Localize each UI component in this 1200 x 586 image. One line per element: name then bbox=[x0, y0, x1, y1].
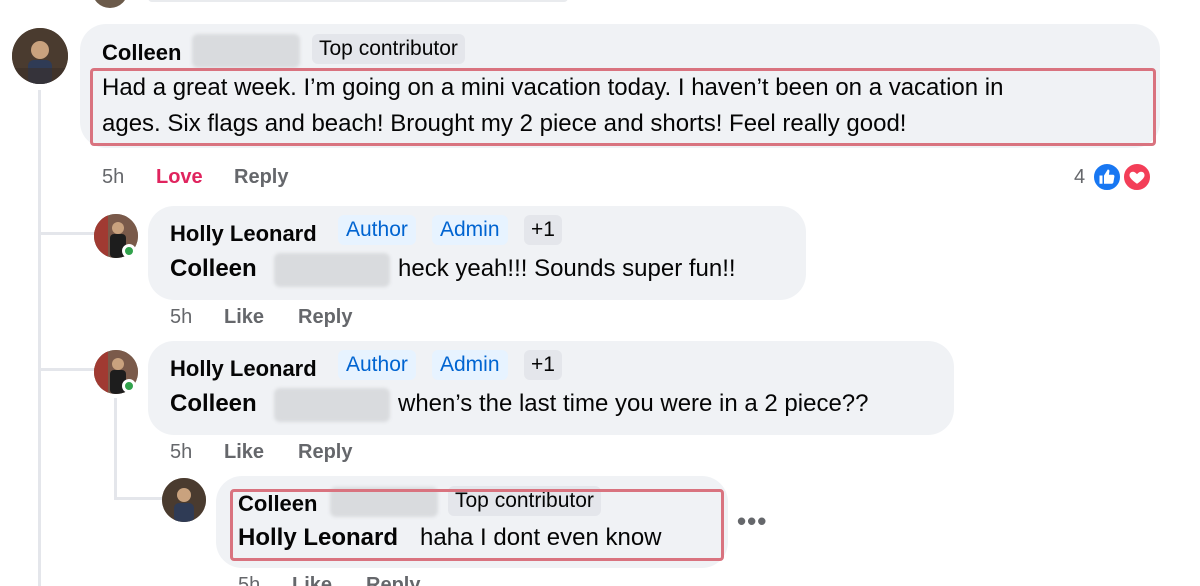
author-badge[interactable]: Author bbox=[338, 350, 416, 380]
comment-timestamp[interactable]: 5h bbox=[102, 166, 124, 189]
reply-button[interactable]: Reply bbox=[234, 166, 288, 189]
like-button[interactable]: Like bbox=[224, 306, 264, 329]
comment-author[interactable]: Holly Leonard bbox=[170, 221, 317, 247]
thread-line bbox=[114, 398, 117, 498]
redacted-surname bbox=[274, 253, 390, 287]
comment-text: when’s the last time you were in a 2 pie… bbox=[398, 390, 869, 417]
truncated-comment-fragment bbox=[148, 0, 568, 2]
admin-badge[interactable]: Admin bbox=[432, 215, 508, 245]
more-options-icon[interactable]: ••• bbox=[737, 506, 767, 537]
top-contributor-badge[interactable]: Top contributor bbox=[312, 34, 465, 64]
admin-badge[interactable]: Admin bbox=[432, 350, 508, 380]
more-badges[interactable]: +1 bbox=[524, 215, 562, 245]
mention-link[interactable]: Colleen bbox=[170, 386, 257, 422]
reaction-count[interactable]: 4 bbox=[1074, 166, 1085, 189]
highlight-box bbox=[90, 68, 1156, 146]
like-icon[interactable] bbox=[1092, 162, 1122, 192]
reply-button[interactable]: Reply bbox=[298, 441, 352, 464]
thread-branch bbox=[114, 497, 164, 500]
like-button[interactable]: Like bbox=[292, 574, 332, 586]
comment-timestamp[interactable]: 5h bbox=[238, 574, 260, 586]
more-badges[interactable]: +1 bbox=[524, 350, 562, 380]
like-button[interactable]: Like bbox=[224, 441, 264, 464]
reply-button[interactable]: Reply bbox=[298, 306, 352, 329]
avatar[interactable] bbox=[92, 0, 128, 8]
redacted-surname bbox=[192, 34, 300, 68]
mention-link[interactable]: Colleen bbox=[170, 251, 257, 287]
avatar[interactable] bbox=[162, 478, 206, 522]
comment-text: heck yeah!!! Sounds super fun!! bbox=[398, 255, 736, 282]
avatar[interactable] bbox=[12, 28, 68, 84]
comment-timestamp[interactable]: 5h bbox=[170, 441, 192, 464]
redacted-surname bbox=[274, 388, 390, 422]
online-status-indicator bbox=[122, 379, 136, 393]
comment-timestamp[interactable]: 5h bbox=[170, 306, 192, 329]
love-button[interactable]: Love bbox=[156, 166, 203, 189]
highlight-box bbox=[230, 489, 724, 561]
thread-branch bbox=[38, 232, 94, 235]
author-badge[interactable]: Author bbox=[338, 215, 416, 245]
love-icon[interactable] bbox=[1122, 162, 1152, 192]
thread-branch bbox=[38, 368, 94, 371]
comment-author[interactable]: Colleen bbox=[102, 40, 181, 66]
online-status-indicator bbox=[122, 244, 136, 258]
comment-author[interactable]: Holly Leonard bbox=[170, 356, 317, 382]
thread-line bbox=[38, 90, 41, 586]
reply-button[interactable]: Reply bbox=[366, 574, 420, 586]
